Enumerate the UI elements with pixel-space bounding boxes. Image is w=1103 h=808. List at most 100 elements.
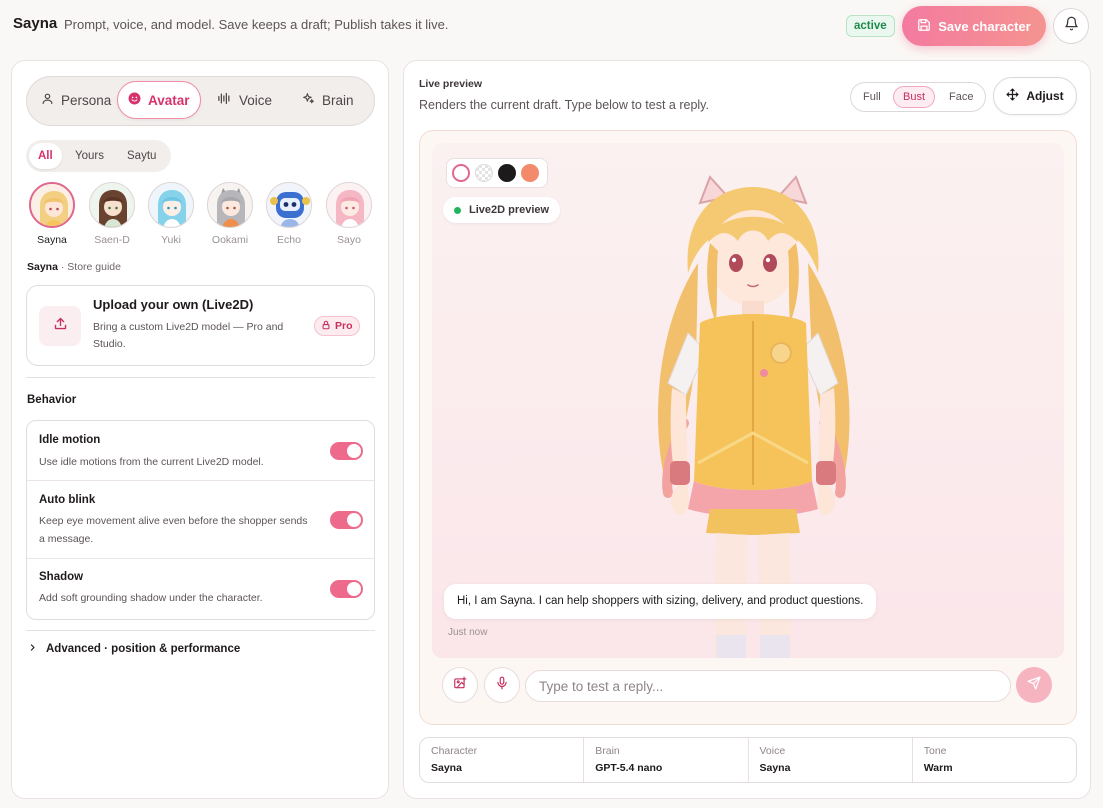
- avatar: [326, 182, 372, 228]
- selected-avatar-role: · Store guide: [57, 261, 121, 273]
- tab-brain[interactable]: Brain: [292, 81, 364, 119]
- avatar: [207, 182, 253, 228]
- advanced-expander[interactable]: Advanced · position & performance: [28, 643, 240, 655]
- page-title: Sayna: [13, 15, 58, 32]
- lock-icon: [321, 320, 331, 333]
- avatar-option-saen-d[interactable]: Saen-D: [88, 182, 136, 246]
- avatar-option-yuki[interactable]: Yuki: [147, 182, 195, 246]
- page-subtitle: Prompt, voice, and model. Save keeps a d…: [64, 17, 449, 32]
- setting-name: Auto blink: [39, 494, 96, 506]
- selected-avatar-name: Sayna: [27, 261, 58, 273]
- tab-voice-label: Voice: [239, 92, 273, 108]
- preview-title: Live preview: [419, 78, 483, 90]
- send-button[interactable]: [1016, 667, 1052, 703]
- tab-persona[interactable]: Persona: [31, 81, 121, 119]
- avatar: [89, 182, 135, 228]
- live-dot-icon: [454, 206, 461, 214]
- behavior-section-title: Behavior: [27, 394, 77, 406]
- summary-value: Sayna: [431, 762, 462, 774]
- view-face[interactable]: Face: [940, 86, 982, 108]
- editor-panel: Persona Avatar Voice Brain All Yours Say…: [11, 60, 389, 799]
- image-add-icon: [453, 676, 467, 695]
- shadow-toggle[interactable]: [330, 580, 363, 598]
- setting-row-shadow: Shadow Add soft grounding shadow under t…: [27, 559, 374, 619]
- summary-brain: Brain GPT-5.4 nano: [584, 738, 749, 782]
- preview-frame: Live2D preview Hi, I am Sayna. I can hel…: [419, 130, 1077, 725]
- person-icon: [41, 92, 54, 108]
- microphone-icon: [495, 676, 509, 695]
- selected-avatar-caption: Sayna · Store guide: [27, 261, 121, 273]
- avatar-name: Sayna: [37, 234, 67, 246]
- avatar-name: Yuki: [161, 234, 181, 246]
- move-icon: [1006, 88, 1019, 104]
- avatar-option-sayo[interactable]: Sayo: [325, 182, 373, 246]
- chevron-right-icon: [28, 643, 37, 655]
- divider: [26, 377, 375, 378]
- avatar-option-sayna[interactable]: Sayna: [28, 182, 76, 246]
- avatar: [148, 182, 194, 228]
- avatar-name: Sayo: [337, 234, 361, 246]
- tab-voice[interactable]: Voice: [207, 81, 282, 119]
- swatch-black[interactable]: [498, 164, 516, 182]
- bell-icon: [1064, 16, 1079, 36]
- view-mode-segmented: Full Bust Face: [850, 82, 986, 112]
- auto-blink-toggle[interactable]: [330, 511, 363, 529]
- editor-tabs: Persona Avatar Voice Brain: [26, 76, 375, 126]
- preview-panel: Live preview Renders the current draft. …: [403, 60, 1091, 799]
- message-timestamp: Just now: [448, 627, 488, 638]
- attach-image-button[interactable]: [442, 667, 478, 703]
- upload-description: Bring a custom Live2D model — Pro and St…: [93, 321, 284, 350]
- live2d-preview-badge: Live2D preview: [443, 197, 561, 223]
- live2d-preview-label: Live2D preview: [469, 204, 550, 216]
- filter-saytu[interactable]: Saytu: [118, 143, 165, 169]
- summary-value: Sayna: [759, 762, 791, 774]
- summary-value: Warm: [923, 762, 953, 774]
- avatar-name: Echo: [277, 234, 301, 246]
- send-icon: [1027, 676, 1041, 695]
- character-summary: Character Sayna Brain GPT-5.4 nano Voice…: [419, 737, 1077, 783]
- swatch-coral[interactable]: [521, 164, 539, 182]
- swatch-transparent[interactable]: [475, 164, 493, 182]
- summary-label: Character: [431, 745, 478, 757]
- save-character-label: Save character: [938, 18, 1031, 34]
- avatar-option-echo[interactable]: Echo: [265, 182, 313, 246]
- behavior-settings: Idle motion Use idle motions from the cu…: [26, 420, 375, 620]
- view-full[interactable]: Full: [854, 86, 890, 108]
- preview-subtitle: Renders the current draft. Type below to…: [419, 98, 709, 112]
- status-badge: active: [846, 15, 895, 37]
- notifications-button[interactable]: [1053, 8, 1089, 44]
- background-swatches: [446, 158, 548, 188]
- tab-avatar[interactable]: Avatar: [117, 81, 201, 119]
- save-icon: [917, 18, 931, 35]
- summary-value: GPT-5.4 nano: [595, 762, 663, 774]
- filter-all[interactable]: All: [29, 143, 62, 169]
- summary-tone: Tone Warm: [913, 738, 1076, 782]
- adjust-button[interactable]: Adjust: [993, 77, 1077, 115]
- waveform-icon: [217, 92, 232, 108]
- setting-description: Keep eye movement alive even before the …: [39, 515, 308, 545]
- summary-label: Brain: [595, 745, 620, 757]
- view-bust[interactable]: Bust: [893, 86, 936, 108]
- avatar-name: Ookami: [211, 234, 249, 246]
- upload-live2d-card[interactable]: Upload your own (Live2D) Bring a custom …: [26, 285, 375, 366]
- idle-motion-toggle[interactable]: [330, 442, 363, 460]
- upload-icon: [53, 316, 68, 336]
- tab-avatar-label: Avatar: [148, 92, 190, 108]
- setting-row-idle-motion: Idle motion Use idle motions from the cu…: [27, 421, 374, 481]
- pro-badge: Pro: [314, 316, 360, 336]
- reply-input[interactable]: [525, 670, 1011, 702]
- save-character-button[interactable]: Save character: [902, 6, 1046, 46]
- setting-description: Use idle motions from the current Live2D…: [39, 456, 264, 468]
- tab-brain-label: Brain: [322, 92, 354, 108]
- setting-row-auto-blink: Auto blink Keep eye movement alive even …: [27, 481, 374, 559]
- summary-label: Voice: [759, 745, 786, 757]
- character-stage: Live2D preview Hi, I am Sayna. I can hel…: [432, 143, 1064, 658]
- avatar-option-ookami[interactable]: Ookami: [206, 182, 254, 246]
- adjust-label: Adjust: [1026, 89, 1064, 103]
- upload-button[interactable]: [39, 306, 81, 346]
- swatch-white[interactable]: [452, 164, 470, 182]
- avatar: [29, 182, 75, 228]
- microphone-button[interactable]: [484, 667, 520, 703]
- filter-yours[interactable]: Yours: [66, 143, 113, 169]
- tab-persona-label: Persona: [61, 92, 112, 108]
